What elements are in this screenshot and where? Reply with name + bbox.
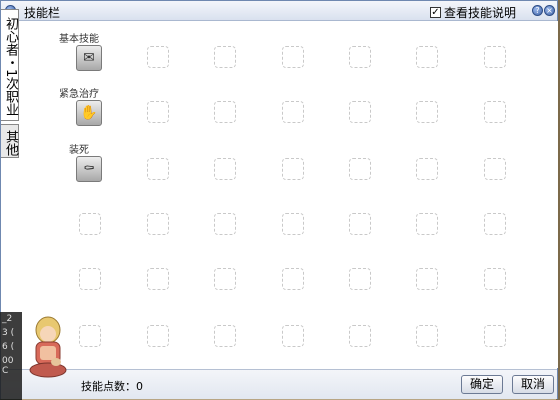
strip-text-1: _2 (2, 314, 13, 324)
skill-slot[interactable] (79, 325, 101, 347)
first-aid-icon[interactable]: ✋ (76, 100, 102, 126)
skill-slot[interactable] (79, 213, 101, 235)
show-description-toggle[interactable]: ✓ 查看技能说明 (430, 4, 516, 21)
close-icon[interactable]: × (544, 5, 555, 16)
title-bar[interactable]: – 技能栏 ✓ 查看技能说明 ? × (1, 1, 557, 21)
skill-slot[interactable] (484, 46, 506, 68)
skill-slot[interactable] (79, 268, 101, 290)
tab-novice-first-job-label: 初心者・1次职业 (3, 16, 18, 117)
skill-slot[interactable] (214, 158, 236, 180)
skill-window: – 技能栏 ✓ 查看技能说明 ? × 初心者・1次职业 其他 基本技能 ✉ 紧急… (0, 0, 558, 399)
skill-slot[interactable] (214, 101, 236, 123)
skill-label-first-aid: 紧急治疗 (59, 89, 99, 100)
skill-label-play-dead: 装死 (69, 145, 89, 156)
tab-other-label: 其他 (3, 129, 18, 156)
skill-slot[interactable] (349, 268, 371, 290)
skill-slot[interactable] (282, 101, 304, 123)
window-title: 技能栏 (24, 6, 61, 20)
skill-slot[interactable] (416, 325, 438, 347)
strip-text-2: 3 ( (2, 328, 15, 338)
skill-points: 技能点数：0 (81, 380, 143, 393)
skill-grid: 基本技能 ✉ 紧急治疗 ✋ 装死 ⚰ (23, 21, 558, 368)
skill-label-basic: 基本技能 (59, 34, 99, 45)
skill-slot[interactable] (484, 213, 506, 235)
game-status-strip: _2 3 ( 6 ( 00 C (0, 312, 22, 400)
skill-slot[interactable] (282, 158, 304, 180)
skill-slot[interactable] (484, 158, 506, 180)
skill-slot[interactable] (214, 325, 236, 347)
skill-slot[interactable] (416, 213, 438, 235)
skill-slot[interactable] (282, 46, 304, 68)
strip-text-3: 6 ( (2, 342, 15, 352)
character-sprite (29, 316, 67, 378)
confirm-button[interactable]: 确定 (461, 375, 503, 394)
skill-slot[interactable] (147, 213, 169, 235)
side-tabs: 初心者・1次职业 其他 (1, 9, 21, 161)
tab-other[interactable]: 其他 (1, 124, 19, 158)
footer-bar: 技能点数：0 确定 取消 (1, 369, 557, 399)
strip-text-4: 00 C (2, 356, 14, 376)
skill-slot[interactable] (349, 158, 371, 180)
skill-slot[interactable] (214, 268, 236, 290)
skill-slot[interactable] (416, 268, 438, 290)
skill-slot[interactable] (416, 46, 438, 68)
skill-slot[interactable] (147, 101, 169, 123)
help-icon[interactable]: ? (532, 5, 543, 16)
tab-novice-first-job[interactable]: 初心者・1次职业 (1, 9, 19, 121)
skill-slot[interactable] (349, 213, 371, 235)
skill-slot[interactable] (147, 46, 169, 68)
skill-slot[interactable] (484, 268, 506, 290)
skill-slot[interactable] (147, 325, 169, 347)
skill-slot[interactable] (484, 101, 506, 123)
skill-slot[interactable] (282, 325, 304, 347)
skill-slot[interactable] (214, 46, 236, 68)
skill-slot[interactable] (484, 325, 506, 347)
cancel-button[interactable]: 取消 (512, 375, 554, 394)
skill-slot[interactable] (214, 213, 236, 235)
skill-slot[interactable] (147, 158, 169, 180)
skill-slot[interactable] (349, 325, 371, 347)
play-dead-icon[interactable]: ⚰ (76, 156, 102, 182)
skill-slot[interactable] (416, 101, 438, 123)
basic-skill-icon[interactable]: ✉ (76, 45, 102, 71)
skill-slot[interactable] (147, 268, 169, 290)
skill-slot[interactable] (349, 101, 371, 123)
skill-slot[interactable] (416, 158, 438, 180)
show-description-label: 查看技能说明 (444, 6, 517, 20)
skill-slot[interactable] (282, 268, 304, 290)
show-description-checkbox[interactable]: ✓ (430, 7, 441, 18)
skill-slot[interactable] (282, 213, 304, 235)
skill-slot[interactable] (349, 46, 371, 68)
